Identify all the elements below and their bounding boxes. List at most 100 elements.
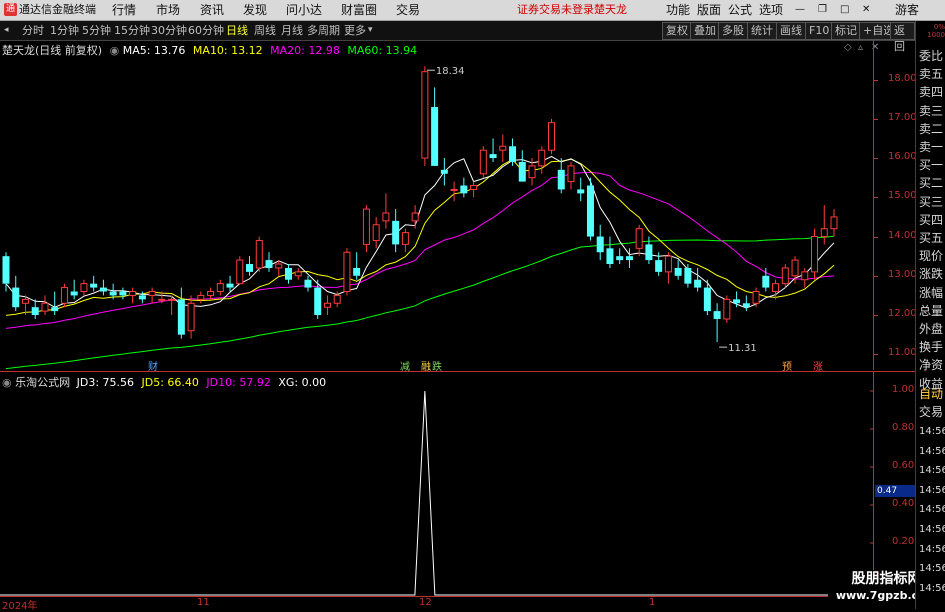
menu-ask[interactable]: 问小达 (286, 2, 322, 18)
candle-body (372, 224, 380, 241)
chevron-down-icon[interactable]: ▾ (368, 23, 373, 38)
indicator-axis: 1.00 0.80 0.60 0.40 0.20 (873, 372, 916, 596)
indicator-chart[interactable] (0, 386, 873, 596)
candle-body (635, 228, 643, 249)
minimize-icon[interactable]: — (795, 2, 805, 18)
panel-label: 现价 (919, 249, 944, 264)
candle-body (265, 260, 273, 268)
close-icon[interactable]: ✕ (862, 2, 870, 18)
period-tab[interactable]: 1分钟 (50, 23, 79, 38)
period-tab[interactable]: 15分钟 (114, 23, 150, 38)
candle-body (246, 264, 254, 272)
xg-signal-line (0, 390, 873, 596)
candle-body (499, 145, 507, 151)
panel-label: 涨跌 (919, 267, 944, 282)
date-label: 12 (419, 597, 432, 608)
panel-label: 买一 (919, 158, 944, 173)
period-tab[interactable]: 30分钟 (151, 23, 187, 38)
diamond-icon[interactable]: ◇ (844, 42, 852, 53)
maximize-icon[interactable]: □ (840, 2, 849, 18)
candle-body (12, 287, 20, 308)
candle-body (284, 267, 292, 280)
panel-label: 换手 (919, 340, 944, 355)
up-arrow-icon[interactable]: ▵ (858, 42, 863, 53)
candle-body (236, 259, 244, 285)
indicator-tick-label: 0.60 (892, 460, 915, 471)
period-tab[interactable]: 分时 (22, 23, 44, 38)
guest-user[interactable]: 游客 (895, 2, 919, 18)
panel-time: 14:56 (919, 465, 945, 477)
candle-body (645, 244, 653, 261)
candle-body (713, 311, 721, 319)
menu-function[interactable]: 功能 (666, 2, 690, 18)
panel-label: 卖三 (919, 103, 944, 118)
period-tab[interactable]: 周线 (254, 23, 276, 38)
menu-market[interactable]: 市场 (156, 2, 180, 18)
app-title: 通达信金融终端 (19, 3, 96, 16)
candle-body (703, 287, 711, 312)
candle-body (548, 122, 556, 151)
candle-body (674, 267, 682, 276)
draw-line-button[interactable]: 画线 (776, 22, 806, 40)
stats-button[interactable]: 统计 (747, 22, 777, 40)
price-tick-label: 11.00 (888, 347, 917, 359)
date-label: 11 (197, 597, 210, 608)
candle-body (625, 256, 633, 261)
adjust-button[interactable]: 复权 (662, 22, 692, 40)
candle-body (255, 239, 263, 269)
candle-body (518, 161, 526, 182)
candle-body (421, 71, 429, 159)
f10-button[interactable]: F10 (805, 22, 834, 40)
candle-body (752, 291, 760, 304)
price-tick (874, 158, 878, 160)
overlay-button[interactable]: 叠加 (690, 22, 720, 40)
panel-label: 总量 (919, 303, 944, 318)
price-tick (874, 79, 878, 81)
panel-time: 14:56 (919, 504, 945, 516)
menu-news[interactable]: 资讯 (200, 2, 224, 18)
menu-wealth[interactable]: 财富圈 (341, 2, 377, 18)
candle-body (450, 188, 458, 191)
login-warning[interactable]: 证券交易未登录 (517, 2, 594, 18)
price-tick-label: 16.00 (888, 151, 917, 163)
back-button[interactable]: 返回 (890, 22, 915, 53)
menu-discover[interactable]: 发现 (243, 2, 267, 18)
period-tab[interactable]: 月线 (281, 23, 303, 38)
panel-time: 14:56 (919, 484, 945, 496)
menu-trade[interactable]: 交易 (396, 2, 420, 18)
candle-body (304, 279, 312, 288)
period-tab[interactable]: 5分钟 (82, 23, 111, 38)
candle-body (314, 287, 322, 316)
chart-header: 楚天龙(日线 前复权) ◉ MA5: 13.76 MA10: 13.12 MA2… (2, 42, 417, 57)
menu-formula[interactable]: 公式 (728, 2, 752, 18)
multi-stock-button[interactable]: 多股 (718, 22, 748, 40)
period-more[interactable]: 更多 (344, 23, 366, 38)
candle-body (41, 302, 49, 312)
left-arrow-icon[interactable]: ◂ (4, 23, 9, 38)
menu-layout[interactable]: 版面 (697, 2, 721, 18)
candle-body (820, 228, 828, 238)
period-tab[interactable]: 60分钟 (188, 23, 224, 38)
panel-label-trade[interactable]: 交易 (919, 403, 945, 420)
menu-options[interactable]: 选项 (759, 2, 783, 18)
candle-body (158, 298, 166, 301)
menu-quotes[interactable]: 行情 (112, 2, 136, 18)
mark-button[interactable]: 标记 (831, 22, 861, 40)
candle-body (177, 299, 185, 335)
price-tick (874, 197, 878, 199)
date-label: 1 (649, 597, 656, 608)
candle-body (31, 307, 39, 316)
indicator-tick-label: 0.80 (892, 422, 915, 433)
panel-top-label: 0% 1000 (927, 23, 945, 39)
panel-divider (0, 371, 915, 372)
price-tick-label: 12.00 (888, 308, 917, 320)
period-tab-active[interactable]: 日线 (226, 23, 248, 38)
candle-body (655, 260, 663, 272)
candlestick-chart[interactable]: 18.34 11.31 (0, 56, 873, 370)
candle-body (694, 279, 702, 288)
restore-icon[interactable]: ❐ (818, 2, 827, 18)
candle-body (333, 294, 341, 304)
period-tab[interactable]: 多周期 (307, 23, 340, 38)
panel-label-auto[interactable]: 自动 (919, 385, 945, 402)
candle-body (830, 216, 838, 230)
